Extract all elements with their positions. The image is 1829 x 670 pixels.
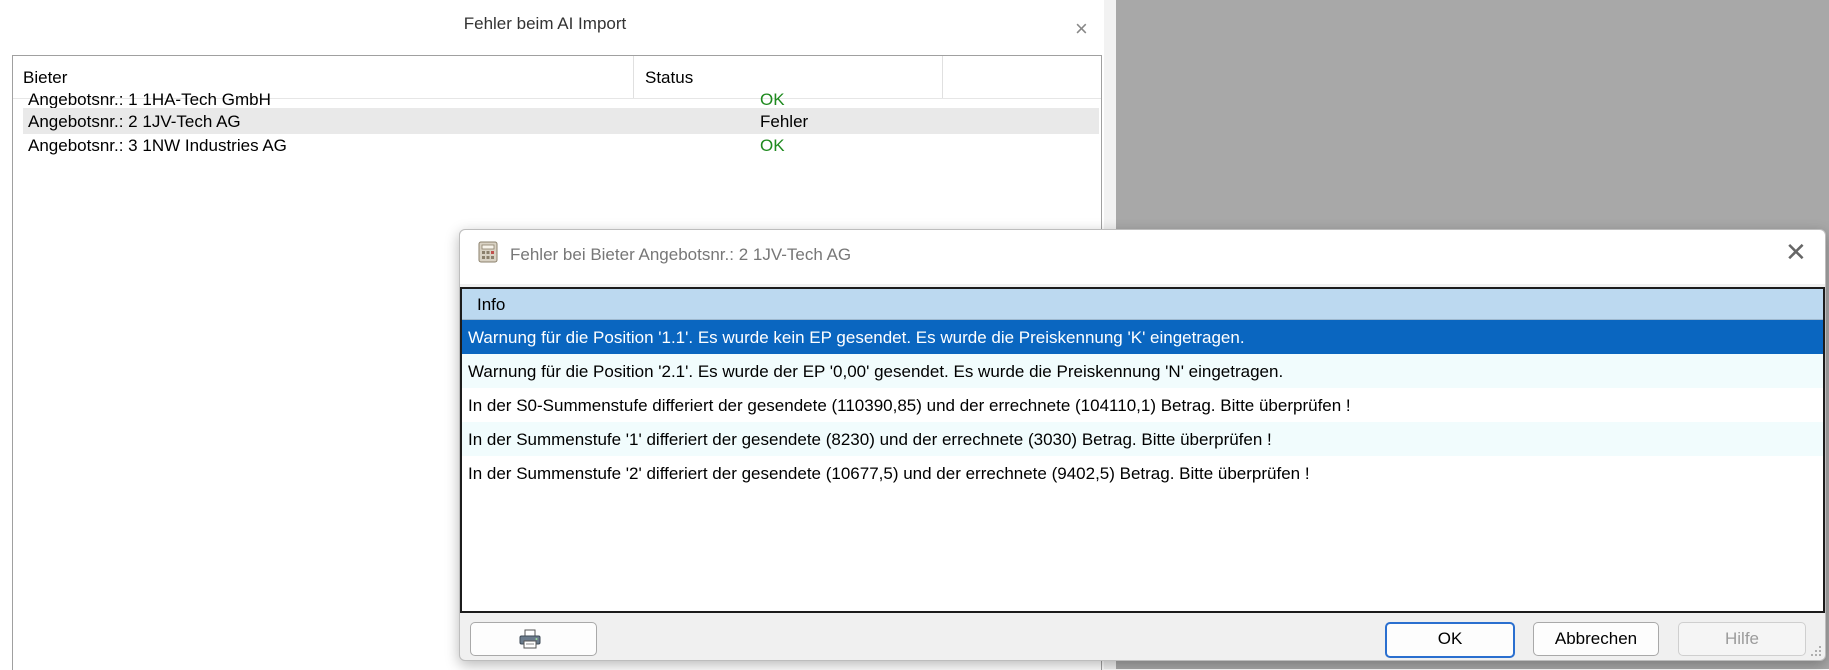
main-close-icon[interactable]: × <box>1075 18 1088 40</box>
error-detail-dialog: Fehler bei Bieter Angebotsnr.: 2 1JV-Tec… <box>459 229 1826 661</box>
column-header-bieter[interactable]: Bieter <box>23 68 67 88</box>
bidder-name: Angebotsnr.: 1 1HA-Tech GmbH <box>28 90 271 109</box>
message-text: In der Summenstufe '2' differiert der ge… <box>468 464 1310 483</box>
info-message-list[interactable]: Info Warnung für die Position '1.1'. Es … <box>460 287 1825 613</box>
info-column-label: Info <box>477 295 506 314</box>
dialog-close-icon[interactable]: ✕ <box>1785 239 1807 265</box>
message-row[interactable]: In der Summenstufe '2' differiert der ge… <box>462 456 1823 490</box>
print-button[interactable] <box>470 622 597 656</box>
message-text: In der Summenstufe '1' differiert der ge… <box>468 430 1272 449</box>
message-row[interactable]: In der Summenstufe '1' differiert der ge… <box>462 422 1823 456</box>
message-row[interactable]: In der S0-Summenstufe differiert der ges… <box>462 388 1823 422</box>
main-window-title: Fehler beim AI Import <box>463 14 627 33</box>
bidder-status: OK <box>760 90 785 109</box>
message-text: Warnung für die Position '1.1'. Es wurde… <box>468 328 1245 347</box>
bidder-name: Angebotsnr.: 3 1NW Industries AG <box>28 136 287 155</box>
message-text: Warnung für die Position '2.1'. Es wurde… <box>468 362 1284 381</box>
message-text: In der S0-Summenstufe differiert der ges… <box>468 396 1351 415</box>
help-button[interactable]: Hilfe <box>1678 622 1806 656</box>
printer-icon <box>519 629 541 649</box>
message-row[interactable]: Warnung für die Position '2.1'. Es wurde… <box>462 354 1823 388</box>
message-row[interactable]: Warnung für die Position '1.1'. Es wurde… <box>462 320 1823 354</box>
bidder-row[interactable]: Angebotsnr.: 3 1NW Industries AG OK <box>23 132 1099 158</box>
info-column-header[interactable]: Info <box>462 289 1823 320</box>
bidder-name: Angebotsnr.: 2 1JV-Tech AG <box>28 112 241 131</box>
bidder-row[interactable]: Angebotsnr.: 2 1JV-Tech AG Fehler <box>23 108 1099 134</box>
dialog-title: Fehler bei Bieter Angebotsnr.: 2 1JV-Tec… <box>510 245 852 264</box>
ok-button[interactable]: OK <box>1385 622 1515 658</box>
resize-grip-icon[interactable] <box>1810 645 1822 657</box>
calculator-icon <box>478 241 498 263</box>
column-header-status[interactable]: Status <box>645 68 693 88</box>
bidder-status: OK <box>760 136 785 155</box>
cancel-button[interactable]: Abbrechen <box>1533 622 1659 656</box>
dialog-titlebar[interactable]: Fehler bei Bieter Angebotsnr.: 2 1JV-Tec… <box>460 230 1825 284</box>
bidder-status: Fehler <box>760 112 809 131</box>
